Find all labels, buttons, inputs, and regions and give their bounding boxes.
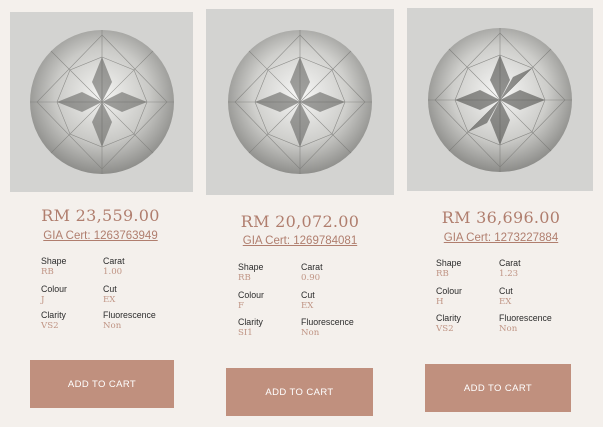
diamond-icon xyxy=(428,27,572,172)
spec-carat: Carat 1.23 xyxy=(499,258,521,280)
diamond-photo[interactable] xyxy=(206,9,394,195)
spec-clarity: Clarity SI1 xyxy=(238,317,263,339)
spec-label: Colour xyxy=(238,290,264,300)
spec-label: Carat xyxy=(499,258,521,268)
price: RM 20,072.00 xyxy=(240,212,360,231)
spec-value: 0.90 xyxy=(301,273,321,283)
spec-value: F xyxy=(238,301,244,311)
spec-cut: Cut EX xyxy=(301,290,315,312)
spec-shape: Shape RB xyxy=(238,262,263,284)
spec-label: Cut xyxy=(499,286,513,296)
spec-value: EX xyxy=(499,297,512,307)
diamond-photo[interactable] xyxy=(407,8,593,191)
spec-shape: Shape RB xyxy=(436,258,461,280)
product-card: RM 20,072.00 GIA Cert: 1269784081 Shape … xyxy=(201,0,399,427)
spec-colour: Colour H xyxy=(436,286,462,308)
spec-label: Fluorescence xyxy=(103,310,156,320)
spec-value: Non xyxy=(103,321,122,331)
spec-value: RB xyxy=(436,269,449,279)
spec-value: EX xyxy=(103,295,116,305)
spec-cut: Cut EX xyxy=(103,284,117,306)
spec-label: Fluorescence xyxy=(301,317,354,327)
product-card: RM 23,559.00 GIA Cert: 1263763949 Shape … xyxy=(0,0,201,427)
spec-carat: Carat 0.90 xyxy=(301,262,323,284)
gia-cert-link[interactable]: GIA Cert: 1273227884 xyxy=(399,232,603,244)
spec-value: RB xyxy=(41,267,54,277)
spec-fluorescence: Fluorescence Non xyxy=(103,310,156,332)
spec-carat: Carat 1.00 xyxy=(103,256,125,278)
spec-cut: Cut EX xyxy=(499,286,513,308)
spec-label: Fluorescence xyxy=(499,313,552,323)
spec-label: Carat xyxy=(103,256,125,266)
diamond-icon xyxy=(228,30,372,174)
spec-value: 1.00 xyxy=(103,267,123,277)
diamond-photo[interactable] xyxy=(10,12,193,192)
spec-value: SI1 xyxy=(238,328,253,338)
spec-clarity: Clarity VS2 xyxy=(436,313,461,335)
price: RM 23,559.00 xyxy=(41,206,160,225)
spec-value: VS2 xyxy=(436,324,454,334)
spec-label: Cut xyxy=(301,290,315,300)
spec-label: Shape xyxy=(436,258,462,268)
spec-value: 1.23 xyxy=(499,269,519,279)
spec-label: Clarity xyxy=(238,317,263,327)
spec-value: EX xyxy=(301,301,314,311)
spec-fluorescence: Fluorescence Non xyxy=(499,313,552,335)
gia-cert-link[interactable]: GIA Cert: 1269784081 xyxy=(201,235,399,247)
spec-value: VS2 xyxy=(41,321,59,331)
price: RM 36,696.00 xyxy=(441,208,561,227)
spec-label: Colour xyxy=(41,284,67,294)
gia-cert-link[interactable]: GIA Cert: 1263763949 xyxy=(0,230,201,242)
add-to-cart-button[interactable]: ADD TO CART xyxy=(30,360,174,408)
add-to-cart-button[interactable]: ADD TO CART xyxy=(425,364,571,412)
spec-clarity: Clarity VS2 xyxy=(41,310,66,332)
add-to-cart-button[interactable]: ADD TO CART xyxy=(226,368,373,416)
spec-fluorescence: Fluorescence Non xyxy=(301,317,354,339)
spec-label: Clarity xyxy=(41,310,66,320)
spec-colour: Colour F xyxy=(238,290,264,312)
spec-label: Clarity xyxy=(436,313,461,323)
spec-value: RB xyxy=(238,273,251,283)
spec-label: Colour xyxy=(436,286,462,296)
spec-label: Shape xyxy=(41,256,67,266)
spec-label: Carat xyxy=(301,262,323,272)
spec-value: Non xyxy=(499,324,518,334)
spec-value: H xyxy=(436,297,444,307)
spec-label: Cut xyxy=(103,284,117,294)
spec-colour: Colour J xyxy=(41,284,67,306)
spec-label: Shape xyxy=(238,262,264,272)
diamond-icon xyxy=(29,30,174,174)
spec-shape: Shape RB xyxy=(41,256,66,278)
spec-value: J xyxy=(41,295,45,305)
product-card: RM 36,696.00 GIA Cert: 1273227884 Shape … xyxy=(399,0,603,427)
spec-value: Non xyxy=(301,328,320,338)
